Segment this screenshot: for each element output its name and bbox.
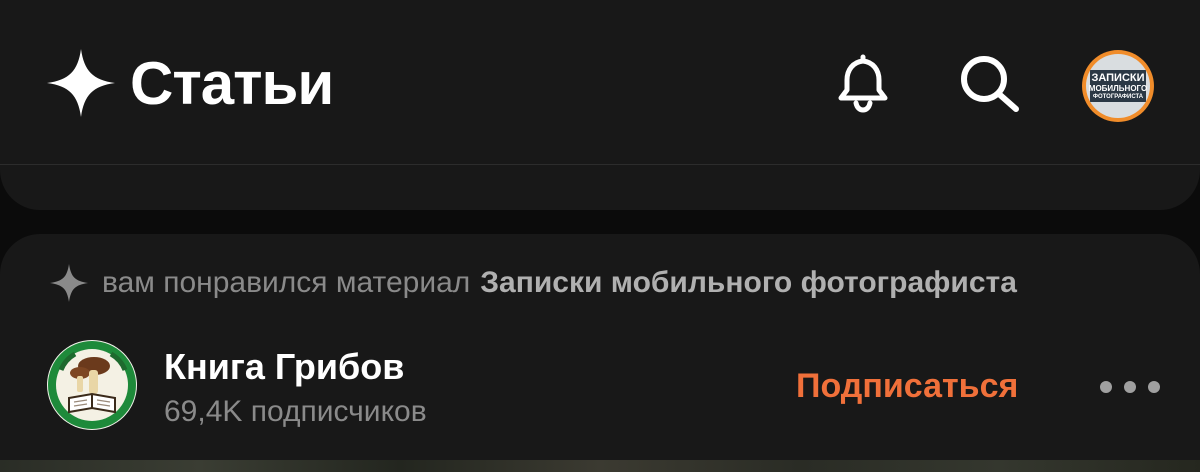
liked-reason: вам понравился материал Записки мобильно… [48, 262, 1017, 304]
avatar-image: ЗАПИСКИ МОБИЛЬНОГО ФОТОГРАФИСТА [1086, 54, 1150, 118]
subscriber-count: 69,4K подписчиков [164, 395, 427, 428]
subscribe-button[interactable]: Подписаться [796, 364, 1018, 408]
channel-avatar[interactable] [47, 340, 137, 430]
sparkle-icon [50, 264, 88, 302]
feed-card[interactable]: вам понравился материал Записки мобильно… [0, 234, 1200, 472]
more-dot [1100, 381, 1112, 393]
bell-icon[interactable] [832, 52, 894, 114]
channel-name[interactable]: Книга Грибов [164, 346, 404, 388]
liked-source-link[interactable]: Записки мобильного фотографиста [480, 266, 1017, 300]
more-dot [1124, 381, 1136, 393]
more-horizontal-icon[interactable] [1100, 372, 1160, 402]
avatar-logo-line: ФОТОГРАФИСТА [1092, 93, 1144, 100]
avatar-logo-line: МОБИЛЬНОГО [1088, 83, 1148, 93]
mushroom-book-logo [48, 341, 136, 429]
liked-prefix: вам понравился материал [102, 266, 471, 299]
top-bar: Статьи ЗАПИСКИ МОБИЛЬНОГО ФОТОГРАФИСТА [0, 0, 1200, 165]
app-screen: Статьи ЗАПИСКИ МОБИЛЬНОГО ФОТОГРАФИСТА в… [0, 0, 1200, 472]
previous-card [0, 165, 1200, 210]
more-dot [1148, 381, 1160, 393]
search-icon[interactable] [956, 52, 1022, 114]
article-image-preview[interactable] [0, 460, 1200, 472]
avatar-logo-line: ЗАПИСКИ [1091, 71, 1145, 84]
sparkle-icon [47, 49, 115, 117]
avatar-logo: ЗАПИСКИ МОБИЛЬНОГО ФОТОГРАФИСТА [1088, 70, 1148, 102]
page-title: Статьи [130, 50, 334, 117]
profile-avatar[interactable]: ЗАПИСКИ МОБИЛЬНОГО ФОТОГРАФИСТА [1082, 50, 1154, 122]
